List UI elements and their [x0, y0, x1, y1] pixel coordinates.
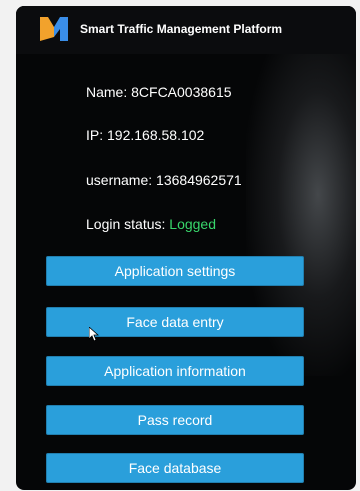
- mouse-cursor-icon: [89, 327, 99, 341]
- device-name-row: Name: 8CFCA0038615: [86, 84, 232, 100]
- pass-record-button[interactable]: Pass record: [46, 405, 304, 435]
- application-settings-button[interactable]: Application settings: [46, 256, 304, 286]
- ip-row: IP: 192.168.58.102: [86, 127, 204, 143]
- username-value: 13684962571: [156, 172, 242, 188]
- ip-value: 192.168.58.102: [107, 127, 205, 143]
- username-row: username: 13684962571: [86, 172, 242, 188]
- username-label: username:: [86, 172, 157, 188]
- app-header: Smart Traffic Management Platform: [16, 6, 356, 54]
- app-title: Smart Traffic Management Platform: [80, 22, 283, 36]
- application-information-button[interactable]: Application information: [46, 356, 304, 386]
- device-screen: Smart Traffic Management Platform Name: …: [16, 6, 356, 490]
- device-name-value: 8CFCA0038615: [131, 84, 232, 100]
- login-status-row: Login status: Logged: [86, 216, 216, 232]
- face-database-button[interactable]: Face database: [46, 453, 304, 483]
- login-status-label: Login status:: [86, 216, 170, 232]
- m-logo-icon: [40, 17, 68, 41]
- face-data-entry-button[interactable]: Face data entry: [46, 307, 304, 337]
- device-name-label: Name:: [86, 84, 132, 100]
- ip-label: IP:: [86, 127, 108, 143]
- login-status-value: Logged: [169, 216, 216, 232]
